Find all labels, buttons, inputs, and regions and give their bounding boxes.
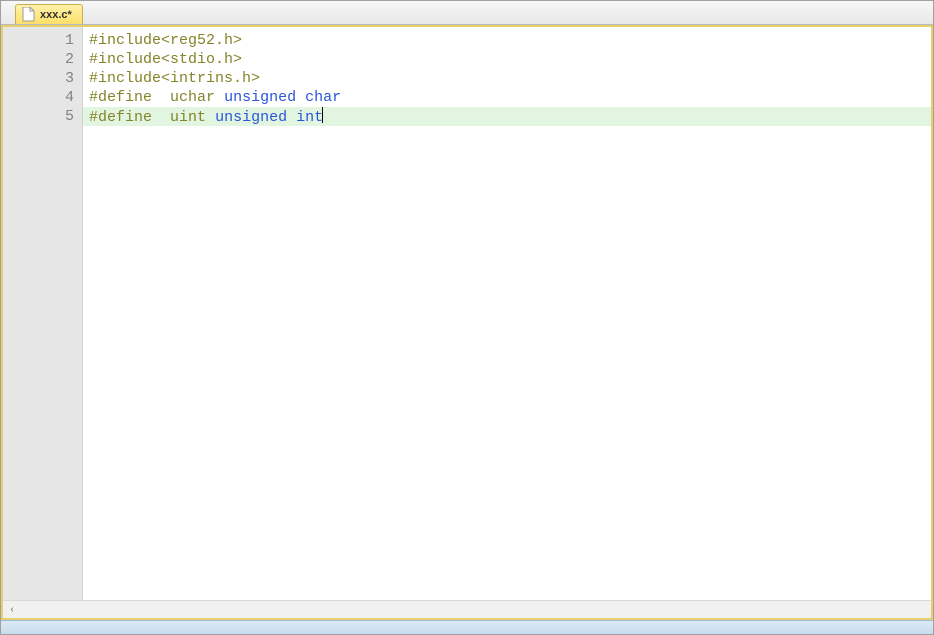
line-number: 2 xyxy=(3,50,74,69)
horizontal-scrollbar[interactable]: ‹ xyxy=(3,600,931,618)
tab-bar: xxx.c* xyxy=(1,1,933,25)
line-number: 3 xyxy=(3,69,74,88)
line-number: 5 xyxy=(3,107,74,126)
editor-window: xxx.c* 12345 #include<reg52.h>#include<s… xyxy=(0,0,934,635)
code-line[interactable]: #include<reg52.h> xyxy=(89,31,931,50)
editor-pane: 12345 #include<reg52.h>#include<stdio.h>… xyxy=(1,25,933,620)
scroll-left-button[interactable]: ‹ xyxy=(3,601,21,619)
scroll-track[interactable] xyxy=(21,601,931,619)
code-line[interactable]: #include<stdio.h> xyxy=(89,50,931,69)
code-line[interactable]: #include<intrins.h> xyxy=(89,69,931,88)
line-number: 4 xyxy=(3,88,74,107)
file-tab[interactable]: xxx.c* xyxy=(15,4,83,24)
code-area[interactable]: #include<reg52.h>#include<stdio.h>#inclu… xyxy=(83,27,931,600)
code-line[interactable]: #define uint unsigned int xyxy=(83,107,931,126)
code-line[interactable]: #define uchar unsigned char xyxy=(89,88,931,107)
status-bar xyxy=(1,620,933,634)
file-tab-title: xxx.c* xyxy=(40,9,72,21)
line-number: 1 xyxy=(3,31,74,50)
line-number-gutter: 12345 xyxy=(3,27,83,600)
text-caret xyxy=(322,107,323,123)
editor-body: 12345 #include<reg52.h>#include<stdio.h>… xyxy=(3,27,931,600)
file-icon xyxy=(22,7,35,22)
